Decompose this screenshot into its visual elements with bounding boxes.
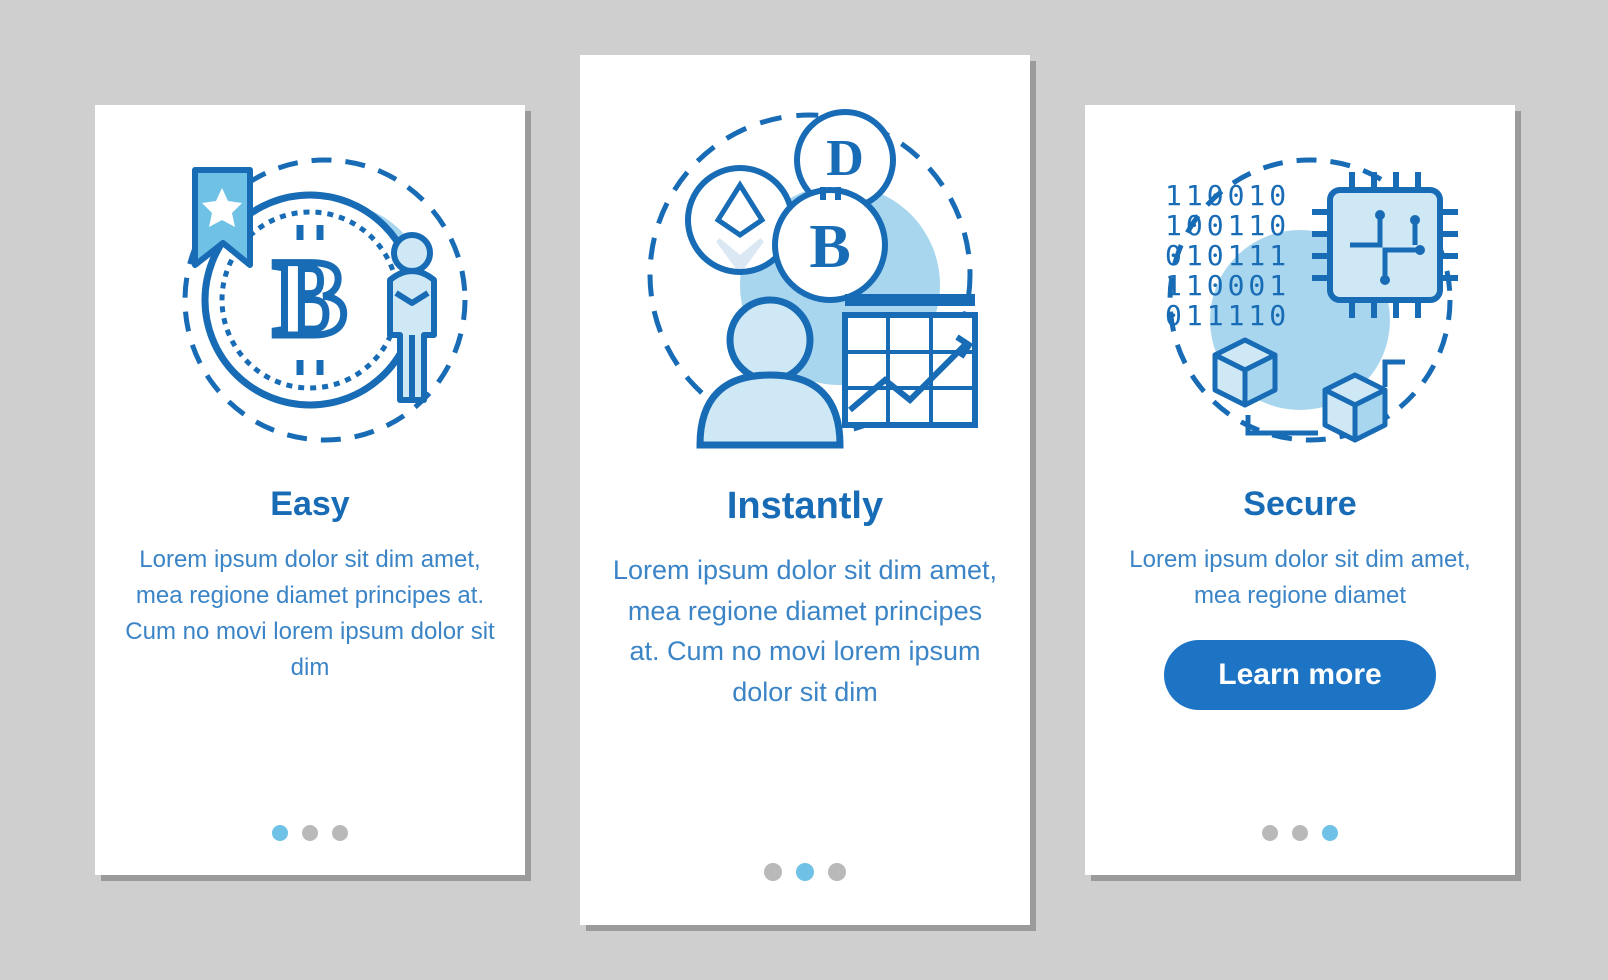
page-dot-3[interactable] xyxy=(1322,825,1338,841)
page-indicator xyxy=(1085,825,1515,841)
card-body: Lorem ipsum dolor sit dim amet, mea regi… xyxy=(1085,524,1515,614)
page-dot-2[interactable] xyxy=(1292,825,1308,841)
svg-text:D: D xyxy=(826,130,864,187)
learn-more-button[interactable]: Learn more xyxy=(1164,640,1435,710)
page-indicator xyxy=(95,825,525,841)
svg-text:B: B xyxy=(273,237,346,359)
onboarding-card-instantly: D B xyxy=(580,55,1030,925)
card-title: Instantly xyxy=(580,485,1030,528)
page-dot-3[interactable] xyxy=(828,863,846,881)
card-title: Easy xyxy=(95,485,525,524)
onboarding-card-secure: 110010 100110 010111 110001 011110 xyxy=(1085,105,1515,875)
page-indicator xyxy=(580,863,1030,881)
page-dot-2[interactable] xyxy=(796,863,814,881)
chip-security-icon: 110010 100110 010111 110001 011110 xyxy=(1085,105,1515,475)
card-title: Secure xyxy=(1085,485,1515,524)
bitcoin-bookmark-icon: B xyxy=(95,105,525,475)
page-dot-3[interactable] xyxy=(332,825,348,841)
page-dot-1[interactable] xyxy=(764,863,782,881)
card-body: Lorem ipsum dolor sit dim amet, mea regi… xyxy=(580,528,1030,712)
onboarding-stage: B Easy xyxy=(0,0,1608,980)
onboarding-card-easy: B Easy xyxy=(95,105,525,875)
page-dot-1[interactable] xyxy=(272,825,288,841)
crypto-chart-icon: D B xyxy=(580,55,1030,475)
card-body: Lorem ipsum dolor sit dim amet, mea regi… xyxy=(95,524,525,686)
svg-text:110010 100110: 110010 100110 010111 110001 011110 xyxy=(1165,179,1311,332)
page-dot-1[interactable] xyxy=(1262,825,1278,841)
svg-text:B: B xyxy=(809,213,850,281)
page-dot-2[interactable] xyxy=(302,825,318,841)
